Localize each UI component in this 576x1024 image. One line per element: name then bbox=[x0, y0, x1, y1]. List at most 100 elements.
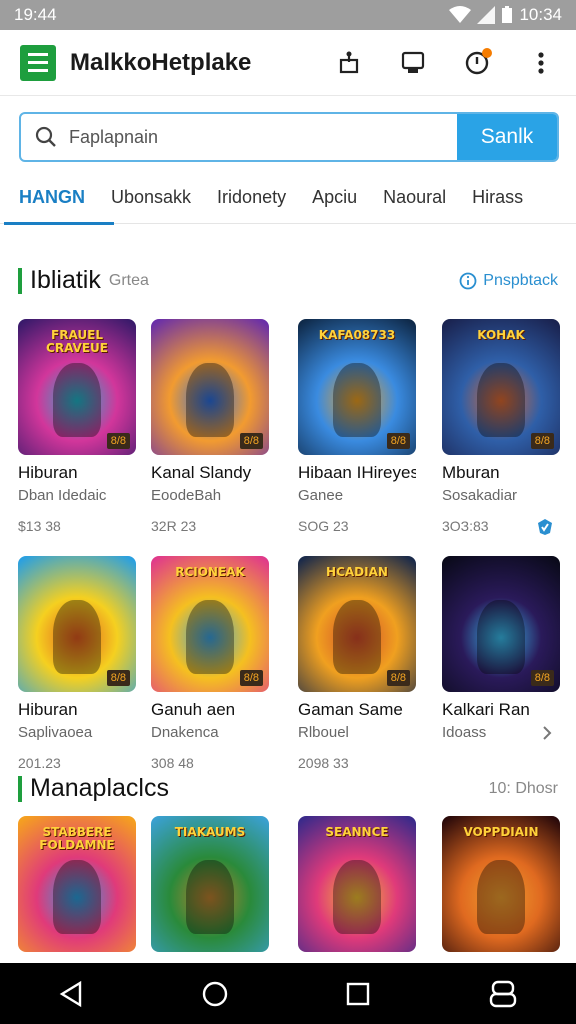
notification-icon[interactable] bbox=[462, 47, 492, 78]
game-category: EoodeBah bbox=[151, 487, 222, 504]
notification-badge bbox=[482, 47, 492, 58]
game-art-title: HCADIAN bbox=[326, 565, 388, 579]
battery-icon bbox=[502, 6, 513, 23]
section-link-label: Pnspbtack bbox=[483, 271, 558, 289]
game-category: Sosakadiar bbox=[442, 487, 518, 504]
status-bar: 19:44 10:34 bbox=[0, 0, 576, 30]
game-badge: 8/8 bbox=[106, 433, 130, 449]
game-character-art bbox=[333, 859, 381, 935]
game-character-art bbox=[477, 362, 525, 438]
game-card[interactable]: STABBERE FOLDAMNE bbox=[18, 816, 136, 952]
tab-hangn[interactable]: HANGN bbox=[4, 172, 114, 225]
game-thumbnail: HCADIAN 8/8 bbox=[298, 556, 416, 692]
game-card[interactable]: RCIONEAK 8/8 Ganuh aen Dnakenca 308 48 bbox=[151, 556, 269, 771]
back-icon[interactable] bbox=[58, 980, 84, 1008]
search-button[interactable]: Sanlk bbox=[457, 114, 557, 160]
system-nav-bar bbox=[0, 963, 576, 1024]
game-thumbnail: 8/8 bbox=[18, 556, 136, 692]
category-tabs: HANGN Ubonsakk Iridonety Apciu Naoural H… bbox=[0, 172, 576, 225]
game-category: Saplivaoea bbox=[18, 724, 93, 741]
section-title: Ibliatik bbox=[30, 266, 101, 294]
game-title: Kalkari Ran bbox=[442, 700, 530, 719]
app-actions bbox=[334, 47, 556, 78]
game-character-art bbox=[53, 859, 101, 935]
game-price: $13 38 bbox=[18, 518, 61, 534]
app-bar: MalkkoHetplake bbox=[0, 30, 576, 96]
search-input[interactable] bbox=[69, 126, 389, 148]
tab-apciu[interactable]: Apciu bbox=[299, 172, 370, 224]
game-character-art bbox=[186, 362, 234, 438]
assistant-icon[interactable] bbox=[488, 979, 518, 1009]
section-title: Manaplaclcs bbox=[30, 774, 169, 802]
game-price: 308 48 bbox=[151, 755, 194, 771]
game-thumbnail: TIAKAUMS bbox=[151, 816, 269, 952]
game-character-art bbox=[186, 599, 234, 675]
info-icon bbox=[459, 272, 477, 289]
game-badge: 8/8 bbox=[386, 433, 410, 449]
cast-icon[interactable] bbox=[398, 48, 428, 78]
game-title: Hibaan IHireyest bbox=[298, 463, 416, 482]
search-bar: Sanlk bbox=[19, 112, 559, 162]
tab-iridonety[interactable]: Iridonety bbox=[204, 172, 299, 224]
game-thumbnail: KOHAK 8/8 bbox=[442, 319, 560, 455]
game-price: 2098 33 bbox=[298, 755, 349, 771]
home-icon[interactable] bbox=[201, 980, 229, 1008]
section-header: Ibliatik Grtea Pnspbtack bbox=[18, 266, 558, 295]
game-character-art bbox=[186, 859, 234, 935]
game-art-title: STABBERE FOLDAMNE bbox=[39, 825, 115, 852]
share-icon[interactable] bbox=[334, 48, 364, 78]
game-thumbnail: 8/8 bbox=[442, 556, 560, 692]
section-more-link[interactable]: 10: Dhosr bbox=[489, 780, 558, 798]
game-character-art bbox=[477, 859, 525, 935]
game-card[interactable]: 8/8 Kanal Slandy EoodeBah 32R 23 bbox=[151, 319, 269, 534]
game-card[interactable]: 8/8 Hiburan Saplivaoea 201.23 bbox=[18, 556, 136, 771]
game-character-art bbox=[53, 599, 101, 675]
game-card[interactable]: FRAUEL CRAVEUE 8/8 Hiburan Dban Idedaic $… bbox=[18, 319, 136, 534]
game-card[interactable]: SEANNCE bbox=[298, 816, 416, 952]
section-header-2: Manaplaclcs 10: Dhosr bbox=[18, 774, 558, 803]
game-category: Dban Idedaic bbox=[18, 487, 107, 504]
game-badge: 8/8 bbox=[386, 670, 410, 686]
search-icon bbox=[35, 126, 56, 147]
chevron-right-icon[interactable] bbox=[540, 724, 554, 742]
section-subtitle: Grtea bbox=[108, 271, 149, 289]
tab-naoural[interactable]: Naoural bbox=[370, 172, 459, 224]
recents-icon[interactable] bbox=[345, 981, 371, 1007]
game-thumbnail: VOPPDIAIN bbox=[442, 816, 560, 952]
game-art-title: VOPPDIAIN bbox=[463, 825, 539, 839]
game-card[interactable]: VOPPDIAIN bbox=[442, 816, 560, 952]
game-title: Hiburan bbox=[18, 700, 78, 719]
game-character-art bbox=[333, 599, 381, 675]
game-price: SOG 23 bbox=[298, 518, 349, 534]
game-card[interactable]: KOHAK 8/8 Mburan Sosakadiar 3ОЗ:83 bbox=[442, 319, 560, 534]
section-link[interactable]: Pnspbtack bbox=[459, 272, 558, 290]
game-art-title: FRAUEL CRAVEUE bbox=[46, 328, 108, 355]
game-category: Rlbouel bbox=[298, 724, 349, 741]
more-icon[interactable] bbox=[526, 48, 556, 78]
game-thumbnail: STABBERE FOLDAMNE bbox=[18, 816, 136, 952]
game-badge: 8/8 bbox=[239, 433, 263, 449]
game-card[interactable]: HCADIAN 8/8 Gaman Same Rlbouel 2098 33 bbox=[298, 556, 416, 771]
game-title: Hiburan bbox=[18, 463, 78, 482]
status-time-left: 19:44 bbox=[14, 5, 57, 24]
game-art-title: RCIONEAK bbox=[175, 565, 245, 579]
game-badge: 8/8 bbox=[530, 670, 554, 686]
game-title: Mburan bbox=[442, 463, 500, 482]
game-badge: 8/8 bbox=[239, 670, 263, 686]
game-art-title: TIAKAUMS bbox=[174, 825, 246, 839]
game-card[interactable]: KAFA08733 8/8 Hibaan IHireyest Ganee SOG … bbox=[298, 319, 416, 534]
game-card[interactable]: TIAKAUMS bbox=[151, 816, 269, 952]
game-thumbnail: SEANNCE bbox=[298, 816, 416, 952]
tab-hirass[interactable]: Hirass bbox=[459, 172, 536, 224]
game-art-title: SEANNCE bbox=[325, 825, 389, 839]
game-art-title: KAFA08733 bbox=[318, 328, 396, 342]
wifi-icon bbox=[449, 6, 472, 23]
menu-icon[interactable] bbox=[20, 44, 56, 81]
status-time-right: 10:34 bbox=[519, 5, 562, 24]
tab-ubonsakk[interactable]: Ubonsakk bbox=[98, 172, 204, 224]
game-title: Ganuh aen bbox=[151, 700, 236, 719]
game-character-art bbox=[333, 362, 381, 438]
game-title: Kanal Slandy bbox=[151, 463, 252, 482]
game-category: Dnakenca bbox=[151, 724, 219, 741]
game-price: 201.23 bbox=[18, 755, 61, 771]
